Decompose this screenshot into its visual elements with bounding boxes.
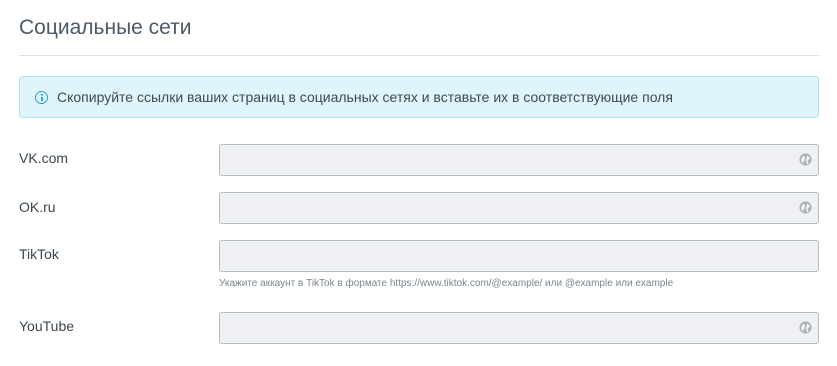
- vk-input[interactable]: [220, 145, 800, 175]
- info-text: Скопируйте ссылки ваших страниц в социал…: [57, 89, 673, 105]
- section-title: Социальные сети: [19, 16, 192, 39]
- globe-icon: [799, 321, 812, 334]
- tiktok-field[interactable]: [219, 240, 819, 272]
- globe-icon: [799, 201, 812, 214]
- ok-label: OK.ru: [19, 199, 56, 215]
- globe-icon: [799, 153, 812, 166]
- tiktok-help-text: Укажите аккаунт в TikTok в формате https…: [219, 278, 674, 289]
- info-alert: Скопируйте ссылки ваших страниц в социал…: [19, 76, 819, 118]
- tiktok-input[interactable]: [220, 241, 800, 271]
- youtube-label: YouTube: [19, 318, 75, 334]
- ok-input[interactable]: [220, 193, 800, 223]
- youtube-input[interactable]: [220, 313, 800, 343]
- info-icon: [35, 90, 48, 104]
- vk-label: VK.com: [19, 150, 69, 166]
- youtube-field[interactable]: [219, 312, 819, 344]
- vk-field[interactable]: [219, 144, 819, 176]
- section-divider: [19, 55, 819, 56]
- ok-field[interactable]: [219, 192, 819, 224]
- tiktok-label: TikTok: [19, 246, 59, 262]
